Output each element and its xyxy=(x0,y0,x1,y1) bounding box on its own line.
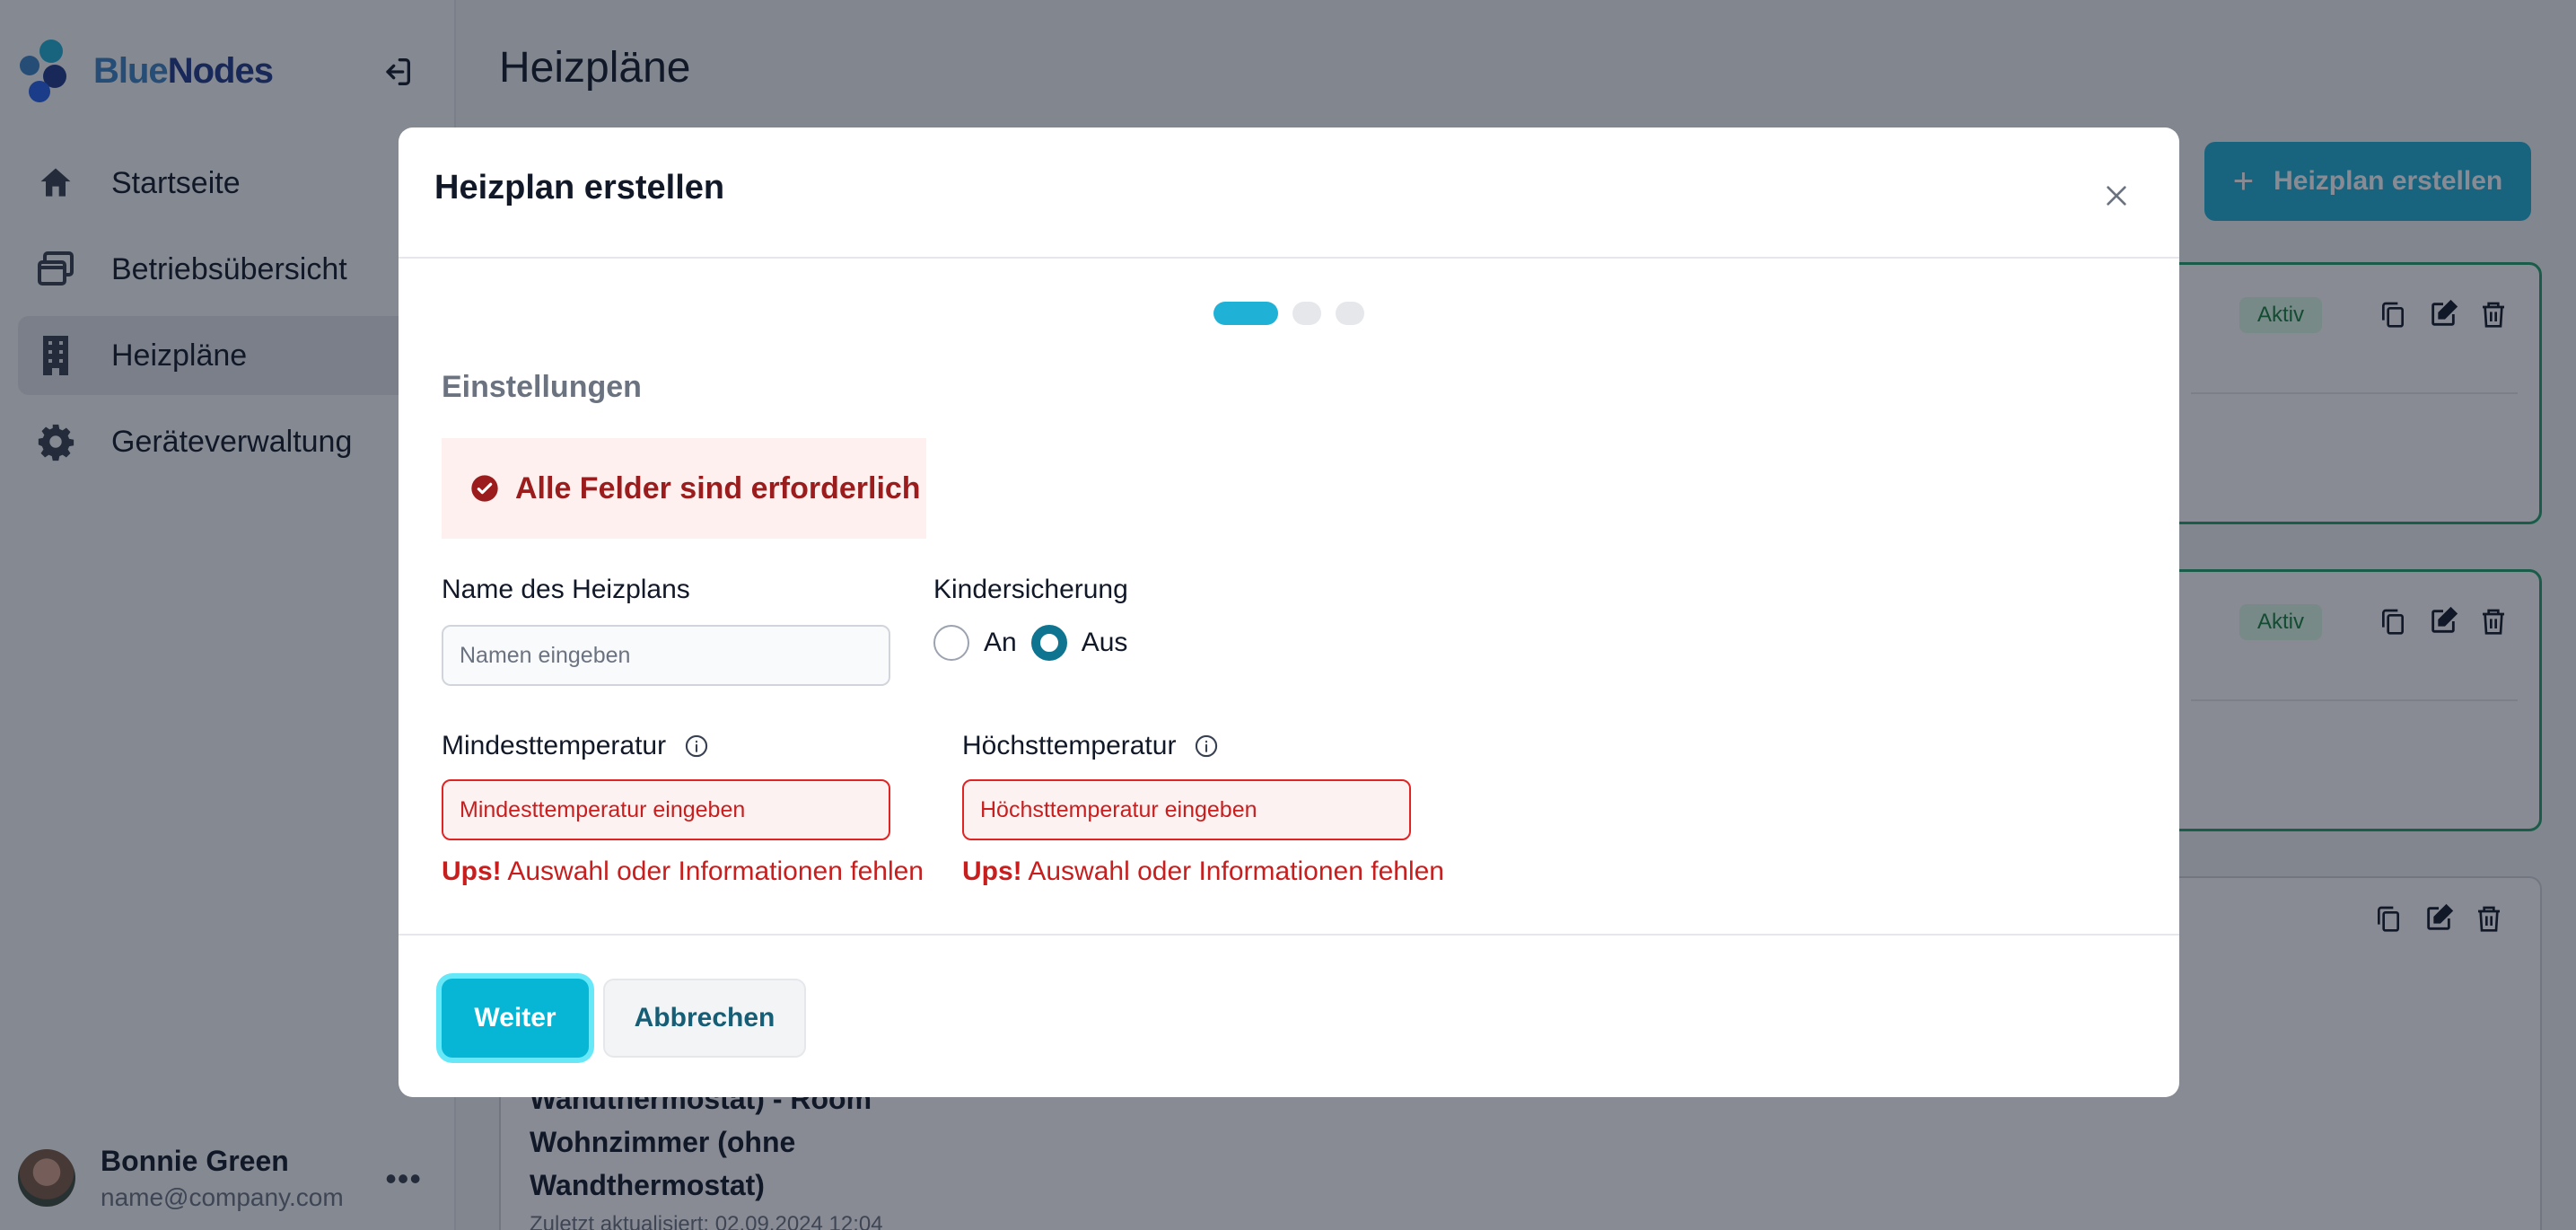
step-indicator xyxy=(1214,302,1364,325)
check-circle-icon xyxy=(471,475,498,502)
child-lock-off-radio[interactable] xyxy=(1030,625,1067,661)
child-lock-label: Kindersicherung xyxy=(933,575,1128,604)
error-alert: Alle Felder sind erforderlich xyxy=(442,438,926,539)
alert-text: Alle Felder sind erforderlich xyxy=(515,470,921,505)
step-dot xyxy=(1336,302,1364,325)
max-temperature-error: Ups! Auswahl oder Informationen fehlen xyxy=(962,857,1444,886)
min-temperature-input[interactable] xyxy=(442,779,890,840)
step-dot xyxy=(1292,302,1321,325)
modal-title: Heizplan erstellen xyxy=(434,169,725,206)
info-icon[interactable] xyxy=(1194,734,1219,759)
min-temperature-label: Mindesttemperatur xyxy=(442,731,709,761)
child-lock-on-radio[interactable] xyxy=(933,625,969,661)
step-dot xyxy=(1214,302,1278,325)
min-temperature-error: Ups! Auswahl oder Informationen fehlen xyxy=(442,857,924,886)
max-temperature-label: Höchsttemperatur xyxy=(962,731,1219,761)
close-icon xyxy=(2107,186,2126,206)
name-label: Name des Heizplans xyxy=(442,575,690,604)
close-button[interactable] xyxy=(2095,174,2138,217)
next-button[interactable]: Weiter xyxy=(442,979,589,1058)
radio-label-on: An xyxy=(984,628,1017,657)
cancel-button[interactable]: Abbrechen xyxy=(603,979,806,1058)
child-lock-radio-group: An Aus xyxy=(933,625,1142,661)
info-icon[interactable] xyxy=(684,734,709,759)
modal-header: Heizplan erstellen xyxy=(399,127,2179,259)
section-title: Einstellungen xyxy=(442,370,642,404)
name-input[interactable] xyxy=(442,625,890,686)
footer-divider xyxy=(399,934,2179,936)
max-temperature-input[interactable] xyxy=(962,779,1411,840)
radio-label-off: Aus xyxy=(1081,628,1128,657)
create-heating-plan-modal: Heizplan erstellen Einstellungen Alle Fe… xyxy=(399,127,2179,1097)
